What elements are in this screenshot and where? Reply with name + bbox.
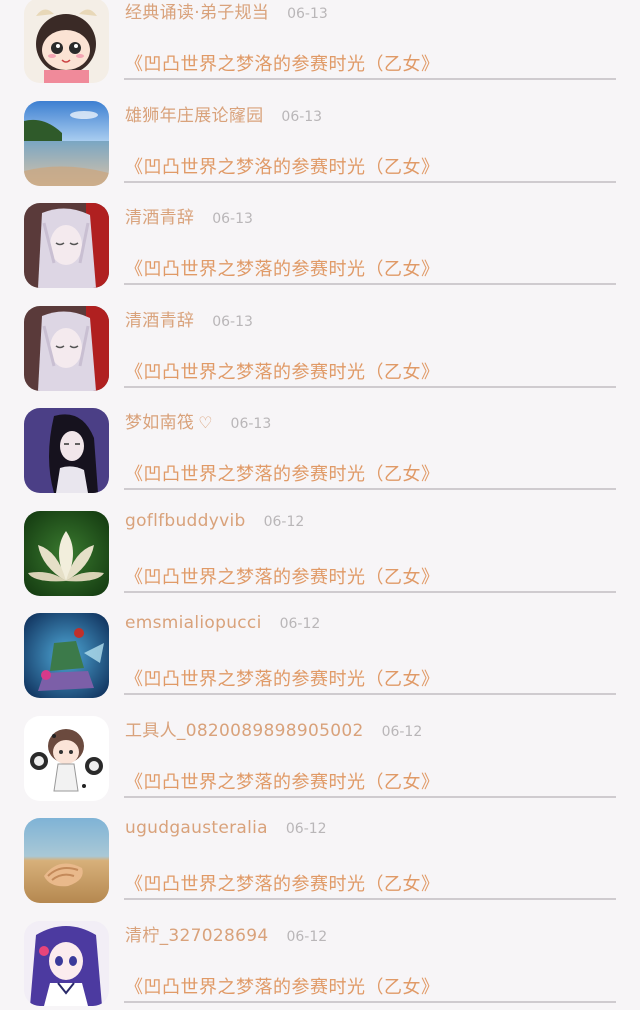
user-name[interactable]: 雄狮年庄展论窿园 bbox=[125, 106, 263, 126]
work-title-link[interactable]: 《凹凸世界之梦落的参赛时光（乙女》 bbox=[125, 563, 440, 589]
name-line: 雄狮年庄展论窿园 06-13 bbox=[125, 101, 322, 127]
post-date: 06-12 bbox=[279, 616, 321, 632]
list-item[interactable]: emsmialiopucci 06-12 《凹凸世界之梦落的参赛时光（乙女》 bbox=[0, 613, 640, 716]
work-title-link[interactable]: 《凹凸世界之梦洛的参赛时光（乙女》 bbox=[125, 153, 440, 179]
heart-icon: ♡ bbox=[198, 413, 213, 432]
divider bbox=[124, 283, 616, 285]
avatar-anime-purple-hair[interactable] bbox=[24, 920, 109, 1006]
divider bbox=[124, 795, 616, 798]
name-line: 经典诵读·弟子规当 06-13 bbox=[125, 0, 328, 24]
user-name[interactable]: 工具人_0820089898905002 bbox=[125, 721, 364, 741]
user-name[interactable]: 清酒青辞 bbox=[125, 311, 194, 331]
avatar-anime-silver-hair[interactable] bbox=[24, 305, 109, 391]
name-line: emsmialiopucci 06-12 bbox=[125, 613, 320, 639]
work-title-link[interactable]: 《凹凸世界之梦洛的参赛时光（乙女》 bbox=[125, 50, 440, 76]
post-date: 06-13 bbox=[212, 313, 253, 330]
post-date: 06-13 bbox=[287, 6, 328, 22]
divider bbox=[124, 898, 616, 900]
user-name[interactable]: 清酒青辞 bbox=[125, 208, 194, 228]
name-line: 清酒青辞 06-13 bbox=[125, 306, 253, 332]
avatar-cartoon-girl-cow-hat[interactable] bbox=[24, 0, 109, 83]
list-item[interactable]: 清酒青辞 06-13 《凹凸世界之梦落的参赛时光（乙女》 bbox=[0, 203, 640, 306]
post-date: 06-13 bbox=[230, 416, 272, 432]
avatar-beach-landscape[interactable] bbox=[24, 100, 109, 186]
user-name[interactable]: emsmialiopucci bbox=[125, 613, 262, 633]
avatar-game-character[interactable] bbox=[24, 613, 109, 698]
divider bbox=[124, 180, 616, 183]
list-item[interactable]: 雄狮年庄展论窿园 06-13 《凹凸世界之梦洛的参赛时光（乙女》 bbox=[0, 100, 640, 204]
work-title-link[interactable]: 《凹凸世界之梦落的参赛时光（乙女》 bbox=[125, 358, 440, 384]
divider bbox=[124, 590, 616, 593]
name-line: 清酒青辞 06-13 bbox=[125, 203, 253, 229]
divider bbox=[124, 693, 616, 695]
divider bbox=[124, 488, 616, 490]
post-date: 06-12 bbox=[263, 513, 305, 530]
divider bbox=[124, 385, 616, 388]
post-date: 06-12 bbox=[381, 723, 423, 740]
avatar-anime-silver-hair[interactable] bbox=[24, 203, 109, 288]
avatar-seashell-beach[interactable] bbox=[24, 818, 109, 903]
user-name[interactable]: ugudgausteralia bbox=[125, 818, 268, 838]
message-list: 经典诵读·弟子规当 06-13 《凹凸世界之梦洛的参赛时光（乙女》 雄狮年庄展论窿… bbox=[0, 0, 640, 1010]
list-item[interactable]: 经典诵读·弟子规当 06-13 《凹凸世界之梦洛的参赛时光（乙女》 bbox=[0, 0, 640, 101]
user-name[interactable]: goflfbuddyvib bbox=[125, 511, 246, 531]
list-item[interactable]: ugudgausteralia 06-12 《凹凸世界之梦落的参赛时光（乙女》 bbox=[0, 818, 640, 921]
work-title-link[interactable]: 《凹凸世界之梦落的参赛时光（乙女》 bbox=[125, 460, 440, 486]
avatar-anime-dark-hair[interactable] bbox=[24, 408, 109, 493]
avatar-cartoon-boy-cookies[interactable] bbox=[24, 715, 109, 801]
work-title-link[interactable]: 《凹凸世界之梦落的参赛时光（乙女》 bbox=[125, 255, 440, 281]
work-title-link[interactable]: 《凹凸世界之梦落的参赛时光（乙女》 bbox=[125, 973, 440, 999]
work-title-link[interactable]: 《凹凸世界之梦落的参赛时光（乙女》 bbox=[125, 768, 440, 794]
post-date: 06-12 bbox=[286, 928, 328, 945]
list-item[interactable]: 工具人_0820089898905002 06-12 《凹凸世界之梦落的参赛时光（… bbox=[0, 715, 640, 819]
list-item[interactable]: 清酒青辞 06-13 《凹凸世界之梦落的参赛时光（乙女》 bbox=[0, 305, 640, 409]
work-title-link[interactable]: 《凹凸世界之梦落的参赛时光（乙女》 bbox=[125, 870, 440, 896]
list-item[interactable]: goflfbuddyvib 06-12 《凹凸世界之梦落的参赛时光（乙女》 bbox=[0, 510, 640, 614]
name-line: 梦如南筏 ♡ 06-13 bbox=[125, 408, 271, 434]
name-line: 工具人_0820089898905002 06-12 bbox=[125, 716, 422, 742]
divider bbox=[124, 78, 616, 80]
name-line: ugudgausteralia 06-12 bbox=[125, 818, 327, 844]
post-date: 06-13 bbox=[281, 108, 323, 125]
divider bbox=[124, 1000, 616, 1003]
user-name[interactable]: 经典诵读·弟子规当 bbox=[125, 3, 269, 23]
name-line: 清柠_327028694 06-12 bbox=[125, 921, 327, 947]
list-item[interactable]: 清柠_327028694 06-12 《凹凸世界之梦落的参赛时光（乙女》 bbox=[0, 920, 640, 1010]
user-name[interactable]: 梦如南筏 bbox=[125, 413, 194, 433]
post-date: 06-13 bbox=[212, 211, 253, 227]
user-name[interactable]: 清柠_327028694 bbox=[125, 926, 268, 946]
post-date: 06-12 bbox=[285, 821, 327, 837]
list-item[interactable]: 梦如南筏 ♡ 06-13 《凹凸世界之梦落的参赛时光（乙女》 bbox=[0, 408, 640, 511]
avatar-lotus-flower[interactable] bbox=[24, 510, 109, 596]
name-line: goflfbuddyvib 06-12 bbox=[125, 511, 304, 537]
work-title-link[interactable]: 《凹凸世界之梦落的参赛时光（乙女》 bbox=[125, 665, 440, 691]
